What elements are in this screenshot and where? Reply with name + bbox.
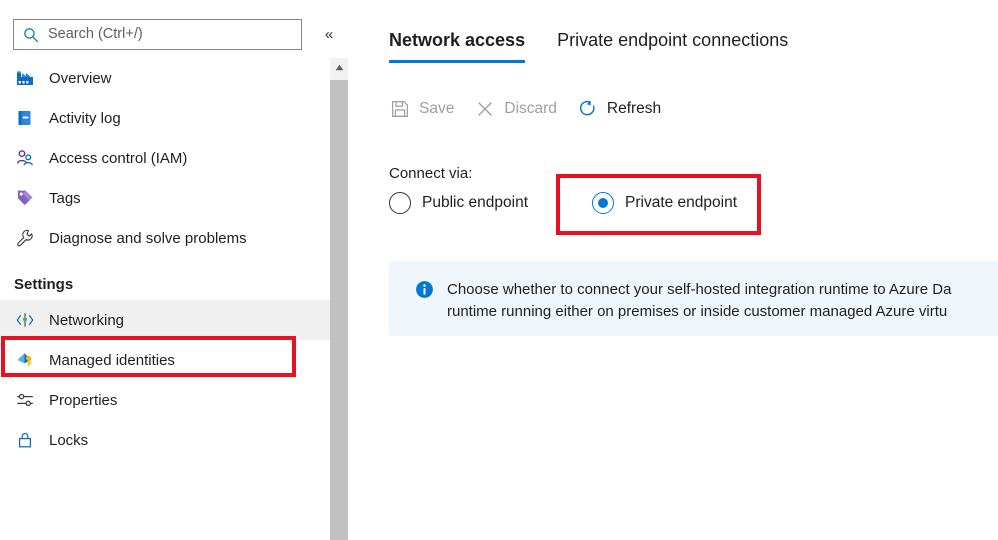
sidebar-section-settings: Settings xyxy=(14,276,74,293)
sidebar-item-diagnose[interactable]: Diagnose and solve problems xyxy=(0,218,330,258)
wrench-icon xyxy=(14,228,35,249)
sidebar-item-label: Access control (IAM) xyxy=(49,149,188,167)
sidebar-search-row: Search (Ctrl+/) « xyxy=(0,0,350,58)
networking-icon xyxy=(14,310,35,331)
people-icon xyxy=(14,148,35,169)
connect-via-label: Connect via: xyxy=(389,165,473,182)
sidebar-item-networking[interactable]: Networking xyxy=(0,300,330,340)
refresh-icon xyxy=(577,98,599,120)
sidebar-scrollbar-thumb[interactable] xyxy=(330,80,348,540)
sidebar-item-activity-log[interactable]: Activity log xyxy=(0,98,330,138)
tab-network-access[interactable]: Network access xyxy=(389,30,526,63)
save-label: Save xyxy=(419,100,455,118)
sidebar-item-label: Networking xyxy=(49,311,125,329)
sidebar-item-label: Overview xyxy=(49,69,112,87)
sidebar-item-locks[interactable]: Locks xyxy=(0,420,330,460)
discard-button[interactable]: Discard xyxy=(474,98,557,120)
sidebar-item-access-control[interactable]: Access control (IAM) xyxy=(0,138,330,178)
main-content-area: Network access Private endpoint connecti… xyxy=(350,0,998,540)
info-line-2: runtime running either on premises or in… xyxy=(447,302,948,320)
sidebar-item-label: Activity log xyxy=(49,109,121,127)
radio-public-endpoint[interactable]: Public endpoint xyxy=(389,192,528,214)
sidebar-item-label: Properties xyxy=(49,391,118,409)
save-button[interactable]: Save xyxy=(389,98,454,120)
refresh-label: Refresh xyxy=(606,100,662,118)
sidebar-item-managed-identities[interactable]: Managed identities xyxy=(0,340,330,380)
activity-log-book-icon xyxy=(14,108,35,129)
content-tabs: Network access Private endpoint connecti… xyxy=(389,30,820,63)
tag-icon xyxy=(14,188,35,209)
close-x-icon xyxy=(474,98,496,120)
info-line-1: Choose whether to connect your self-host… xyxy=(447,281,952,298)
managed-identities-icon xyxy=(14,350,35,371)
sidebar-item-tags[interactable]: Tags xyxy=(0,178,330,218)
radio-label: Public endpoint xyxy=(422,194,528,212)
radio-label: Private endpoint xyxy=(625,194,738,212)
command-bar: Save Discard Refresh xyxy=(389,98,681,120)
radio-circle-selected-icon xyxy=(592,192,614,214)
refresh-button[interactable]: Refresh xyxy=(577,98,661,120)
info-banner-text: Choose whether to connect your self-host… xyxy=(447,279,951,323)
radio-circle-icon xyxy=(389,192,411,214)
search-input[interactable]: Search (Ctrl+/) xyxy=(13,19,302,50)
collapse-menu-button[interactable]: « xyxy=(318,24,340,44)
sidebar-item-properties[interactable]: Properties xyxy=(0,380,330,420)
scroll-up-arrow-icon[interactable] xyxy=(330,58,348,76)
connect-via-radio-group: Public endpoint Private endpoint xyxy=(389,192,737,214)
azure-portal-screen: Search (Ctrl+/) « Overview Activity log … xyxy=(0,0,998,540)
tab-private-endpoint-connections[interactable]: Private endpoint connections xyxy=(557,30,788,63)
sliders-icon xyxy=(14,390,35,411)
resource-menu-sidebar: Search (Ctrl+/) « Overview Activity log … xyxy=(0,0,350,540)
sidebar-item-label: Diagnose and solve problems xyxy=(49,229,247,247)
factory-icon xyxy=(14,68,35,89)
info-circle-icon xyxy=(415,280,434,299)
lock-icon xyxy=(14,430,35,451)
sidebar-item-label: Tags xyxy=(49,189,81,207)
search-icon xyxy=(23,27,39,43)
radio-private-endpoint[interactable]: Private endpoint xyxy=(592,192,737,214)
sidebar-nav-list: Overview Activity log Access control (IA… xyxy=(0,58,330,540)
save-disk-icon xyxy=(389,98,411,120)
sidebar-item-label: Locks xyxy=(49,431,89,449)
tab-label: Private endpoint connections xyxy=(557,30,789,50)
info-banner: Choose whether to connect your self-host… xyxy=(389,261,998,336)
discard-label: Discard xyxy=(504,100,557,118)
sidebar-item-label: Managed identities xyxy=(49,351,175,369)
sidebar-item-overview[interactable]: Overview xyxy=(0,58,330,98)
search-placeholder-text: Search (Ctrl+/) xyxy=(48,26,143,43)
tab-label: Network access xyxy=(389,30,526,50)
